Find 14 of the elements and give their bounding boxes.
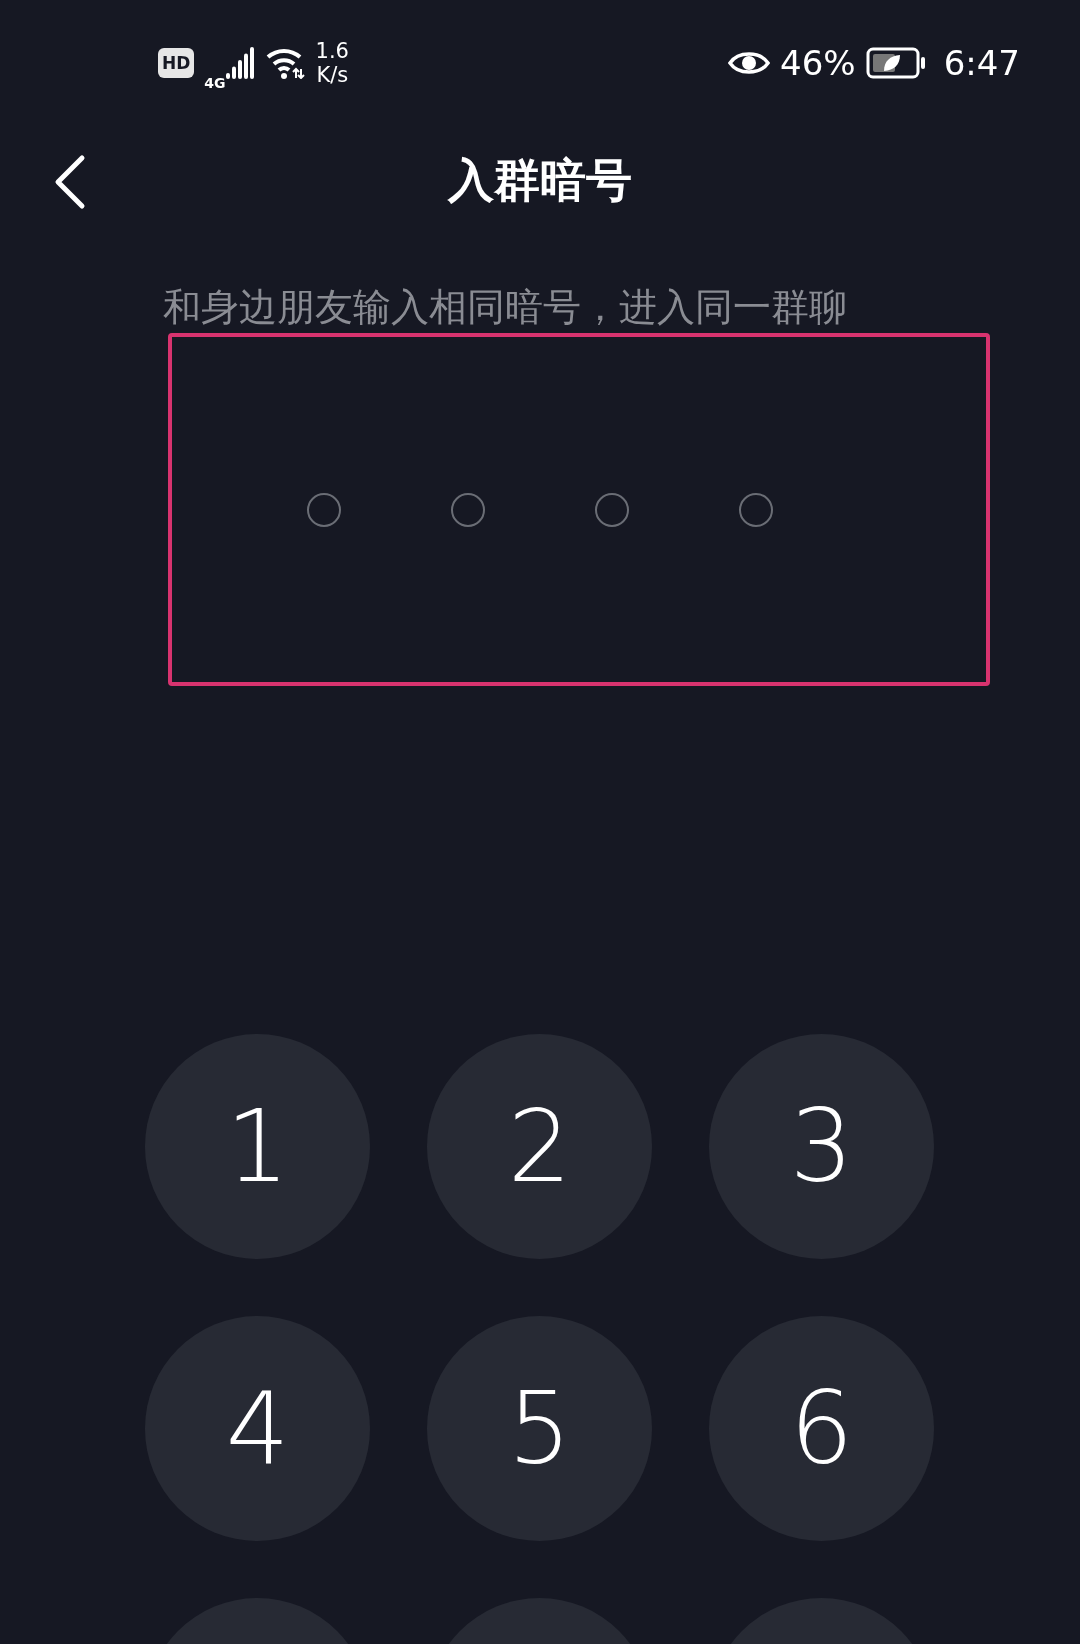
speed-unit: K/s — [316, 63, 349, 87]
keypad-key[interactable]: 6 — [709, 1316, 934, 1541]
speed-value: 1.6 — [315, 39, 349, 63]
keypad-key[interactable]: 5 — [427, 1316, 652, 1541]
page-title: 入群暗号 — [448, 152, 632, 209]
keypad-key[interactable]: 4 — [145, 1316, 370, 1541]
keypad-key[interactable]: 2 — [427, 1034, 652, 1259]
instruction-text: 和身边朋友输入相同暗号，进入同一群聊 — [163, 284, 848, 330]
battery-percent: 46% — [780, 43, 856, 83]
hd-badge: HD — [158, 48, 195, 78]
clock-time: 6:47 — [943, 43, 1020, 83]
network-type: 4G — [204, 75, 226, 91]
keypad-key[interactable]: 3 — [709, 1034, 934, 1259]
keypad-key[interactable]: 1 — [145, 1034, 370, 1259]
